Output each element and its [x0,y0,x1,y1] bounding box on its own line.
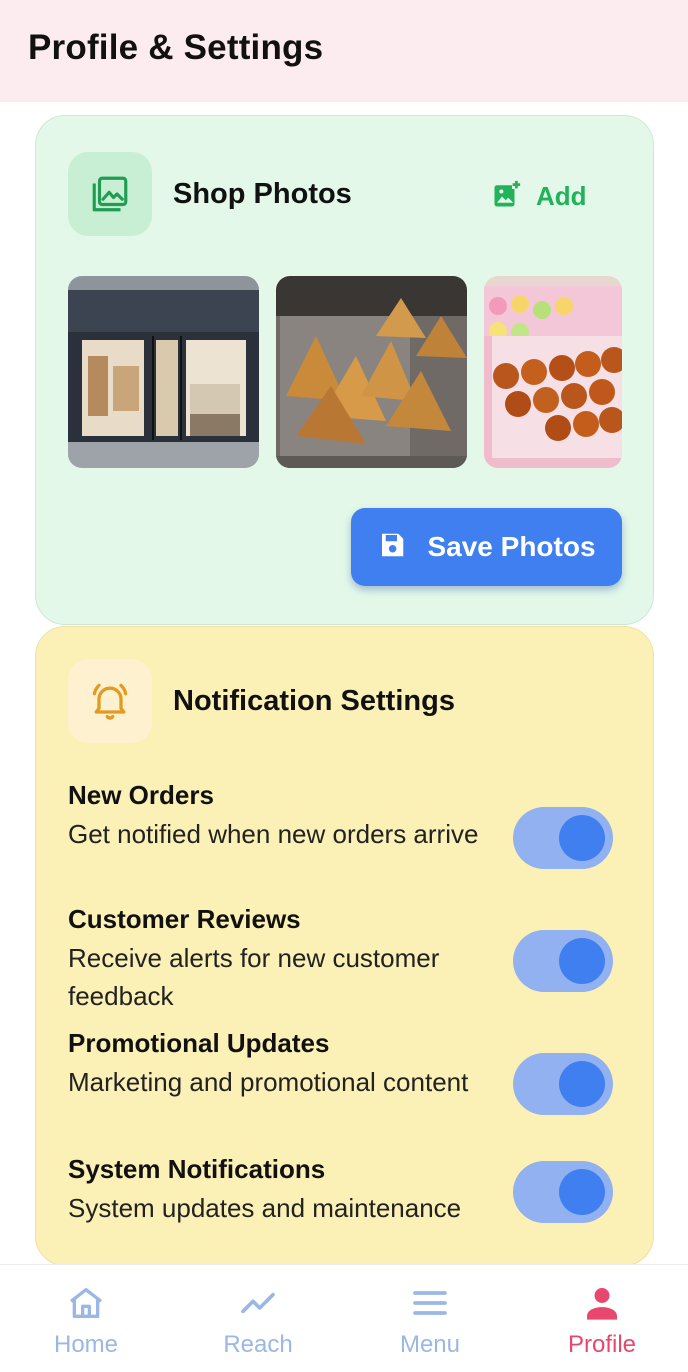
sweets-photo[interactable] [484,276,622,468]
gallery-icon [68,152,152,236]
setting-description: Get notified when new orders arrive [68,819,479,849]
toggle-customer-reviews[interactable] [513,930,613,992]
person-icon [582,1283,622,1328]
nav-home[interactable]: Home [0,1265,172,1372]
storefront-photo[interactable] [68,276,259,468]
toggle-new-orders[interactable] [513,807,613,869]
toggle-knob [559,1169,605,1215]
nav-menu-label: Menu [399,1331,461,1358]
toggle-promotional-updates[interactable] [513,1053,613,1115]
toggle-knob [559,1061,605,1107]
setting-description: System updates and maintenance [68,1193,462,1223]
add-photo-icon [492,179,522,214]
nav-profile[interactable]: Profile [516,1265,688,1372]
toggle-knob [559,938,605,984]
save-photos-label: Save Photos [427,531,596,562]
notification-settings-title: Notification Settings [173,685,455,717]
photo-strip[interactable] [68,276,622,468]
add-photo-button[interactable]: Add [492,178,587,214]
nav-profile-label: Profile [567,1331,637,1358]
nav-menu[interactable]: Menu [344,1265,516,1372]
home-icon [66,1283,106,1328]
samosa-photo[interactable] [276,276,467,468]
notification-settings-card: Notification Settings New Orders Get not… [35,626,654,1266]
nav-reach[interactable]: Reach [172,1265,344,1372]
setting-description: Marketing and promotional content [68,1067,469,1097]
save-photos-button[interactable]: Save Photos [351,508,622,586]
bottom-nav: Home Reach Menu Profile [0,1264,688,1372]
add-photo-label: Add [536,180,587,211]
bell-icon [68,659,152,743]
setting-description: Receive alerts for new customer feedback [68,943,440,1011]
nav-home-label: Home [53,1331,119,1358]
save-icon [377,530,407,565]
page-title: Profile & Settings [28,28,324,67]
nav-reach-label: Reach [223,1331,293,1358]
menu-icon [410,1283,450,1328]
toggle-system-notifications[interactable] [513,1161,613,1223]
shop-photos-card: Shop Photos Add Save Photos [35,115,654,625]
toggle-knob [559,815,605,861]
trend-icon [238,1283,278,1328]
shop-photos-title: Shop Photos [173,178,352,210]
app-header: Profile & Settings [0,0,688,102]
